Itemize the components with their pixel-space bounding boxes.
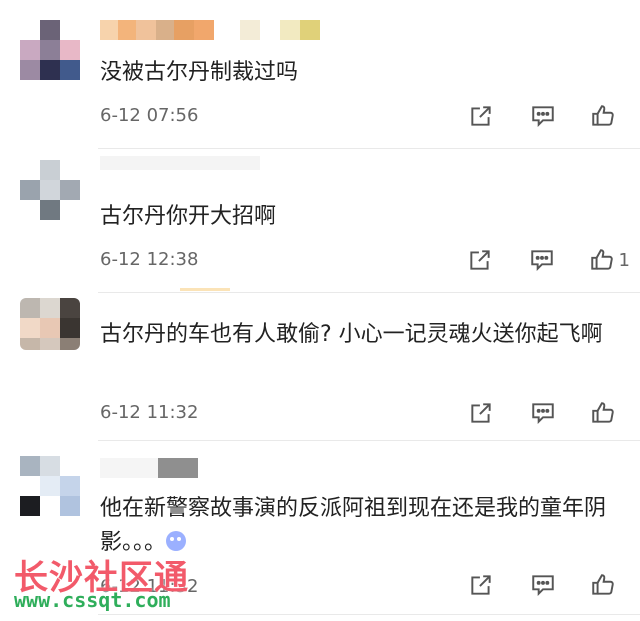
like-button[interactable] [590,399,620,427]
timestamp: 6-12 12:38 [100,249,199,270]
like-button[interactable] [590,571,620,599]
share-icon [471,106,491,126]
comment-button[interactable] [527,246,557,274]
share-icon [471,403,491,423]
comment-icon [532,403,554,425]
divider [98,440,640,441]
comment-actions [466,398,620,428]
share-icon [471,575,491,595]
comment-item: 古尔丹你开大招啊 6-12 12:38 1 [0,150,640,293]
share-button[interactable] [466,571,496,599]
username[interactable] [100,20,320,40]
avatar[interactable] [20,456,80,516]
thumbs-up-icon [592,105,614,126]
comment-actions: 1 [465,245,630,275]
comment-text: 古尔丹你开大招啊 [100,204,277,229]
like-count: 1 [618,249,630,271]
comment-button[interactable] [528,571,558,599]
share-button[interactable] [465,246,495,274]
comment-item: 古尔丹的车也有人敢偷? 小心一记灵魂火送你起飞啊 6-12 11:32 [0,292,640,442]
comment-icon [532,106,554,128]
comment-item: 没被古尔丹制裁过吗 6-12 07:56 [0,0,640,150]
divider [98,148,640,149]
avatar[interactable] [20,20,80,80]
timestamp: 6-12 07:56 [100,105,199,126]
avatar[interactable] [20,160,80,220]
comment-button[interactable] [528,399,558,427]
comment-text: 没被古尔丹制裁过吗 [100,60,299,85]
comment-icon [532,575,554,597]
share-button[interactable] [466,399,496,427]
like-button[interactable]: 1 [589,246,630,274]
divider [180,288,230,291]
share-icon [469,250,490,270]
comment-icon [530,250,553,272]
comment-text: 古尔丹的车也有人敢偷? 小心一记灵魂火送你起飞啊 [100,322,603,347]
thumbs-up-icon [592,574,614,595]
emoji-icon [166,531,187,551]
avatar[interactable] [20,298,80,350]
comment-button[interactable] [528,102,558,130]
watermark-url: www.cssqt.com [14,588,171,612]
timestamp: 6-12 11:32 [100,402,199,423]
thumbs-up-icon [590,249,613,270]
thumbs-up-icon [592,402,614,423]
username[interactable] [100,458,198,478]
share-button[interactable] [466,102,496,130]
comment-actions [466,101,620,131]
divider [98,614,640,615]
comment-actions [466,570,620,600]
username[interactable] [100,156,260,176]
like-button[interactable] [590,102,620,130]
